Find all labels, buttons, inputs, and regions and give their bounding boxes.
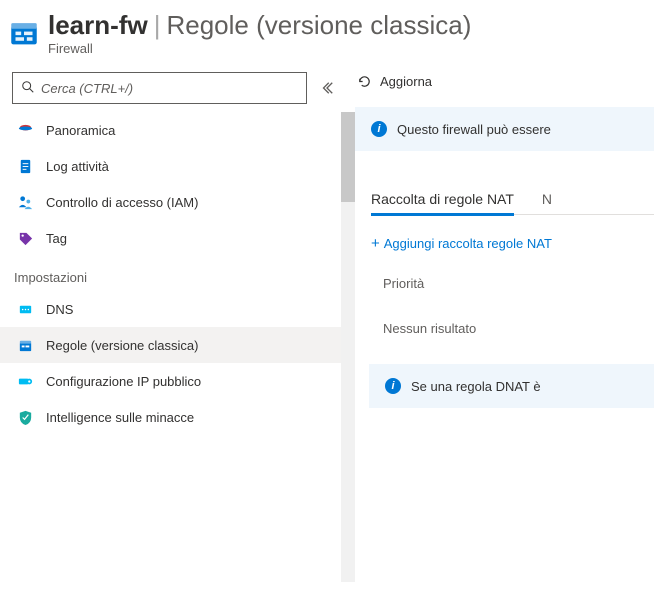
sidebar-scrollbar[interactable]: [341, 112, 355, 582]
sidebar-item-label: Panoramica: [46, 123, 115, 138]
sidebar-item-public-ip[interactable]: Configurazione IP pubblico: [0, 363, 341, 399]
add-label: Aggiungi raccolta regole NAT: [384, 236, 552, 251]
info-banner-top: i Questo firewall può essere: [355, 107, 654, 151]
tag-icon: [16, 229, 34, 247]
refresh-button[interactable]: Aggiorna: [355, 72, 654, 107]
refresh-label: Aggiorna: [380, 74, 432, 89]
tab-next[interactable]: N: [542, 191, 552, 214]
firewall-icon: [0, 10, 48, 50]
collapse-sidebar-button[interactable]: [311, 72, 343, 104]
sidebar-item-label: Tag: [46, 231, 67, 246]
title-separator: |: [154, 10, 161, 41]
search-icon: [21, 80, 41, 97]
sidebar-item-tags[interactable]: Tag: [0, 220, 341, 256]
page-title: Regole (versione classica): [166, 10, 471, 41]
nav-list: Panoramica Log attività Controllo di acc…: [0, 112, 355, 435]
sidebar-item-label: Log attività: [46, 159, 109, 174]
refresh-icon: [357, 74, 372, 89]
left-sidebar: Panoramica Log attività Controllo di acc…: [0, 62, 355, 582]
info-icon: i: [371, 121, 387, 137]
header: learn-fw | Regole (versione classica) Fi…: [0, 0, 654, 62]
dns-icon: [16, 300, 34, 318]
sidebar-item-activity-log[interactable]: Log attività: [0, 148, 341, 184]
add-nat-collection-button[interactable]: + Aggiungi raccolta regole NAT: [371, 235, 654, 252]
iam-icon: [16, 193, 34, 211]
info-text: Se una regola DNAT è: [411, 379, 541, 394]
sidebar-item-access-control[interactable]: Controllo di accesso (IAM): [0, 184, 341, 220]
resource-name: learn-fw: [48, 10, 148, 41]
sidebar-item-label: Controllo di accesso (IAM): [46, 195, 198, 210]
plus-icon: +: [371, 235, 380, 252]
section-header-settings: Impostazioni: [0, 256, 341, 291]
resource-type: Firewall: [48, 41, 654, 56]
column-priority: Priorità: [383, 276, 654, 291]
info-icon: i: [385, 378, 401, 394]
sidebar-item-label: Intelligence sulle minacce: [46, 410, 194, 425]
tabs: Raccolta di regole NAT N: [371, 191, 654, 215]
rules-icon: [16, 336, 34, 354]
sidebar-item-threat-intel[interactable]: Intelligence sulle minacce: [0, 399, 341, 435]
shield-icon: [16, 408, 34, 426]
sidebar-item-label: Regole (versione classica): [46, 338, 198, 353]
sidebar-item-label: Configurazione IP pubblico: [46, 374, 201, 389]
search-input[interactable]: [41, 81, 298, 96]
sidebar-item-dns[interactable]: DNS: [0, 291, 341, 327]
sidebar-item-overview[interactable]: Panoramica: [0, 112, 341, 148]
ip-icon: [16, 372, 34, 390]
sidebar-search-box[interactable]: [12, 72, 307, 104]
sidebar-item-label: DNS: [46, 302, 73, 317]
scrollbar-thumb[interactable]: [341, 112, 355, 202]
tab-nat-rules[interactable]: Raccolta di regole NAT: [371, 191, 514, 216]
no-results: Nessun risultato: [383, 321, 654, 336]
main-content: Aggiorna i Questo firewall può essere Ra…: [355, 62, 654, 582]
overview-icon: [16, 121, 34, 139]
sidebar-item-rules-classic[interactable]: Regole (versione classica): [0, 327, 341, 363]
info-banner-bottom: i Se una regola DNAT è: [369, 364, 654, 408]
log-icon: [16, 157, 34, 175]
info-text: Questo firewall può essere: [397, 122, 551, 137]
